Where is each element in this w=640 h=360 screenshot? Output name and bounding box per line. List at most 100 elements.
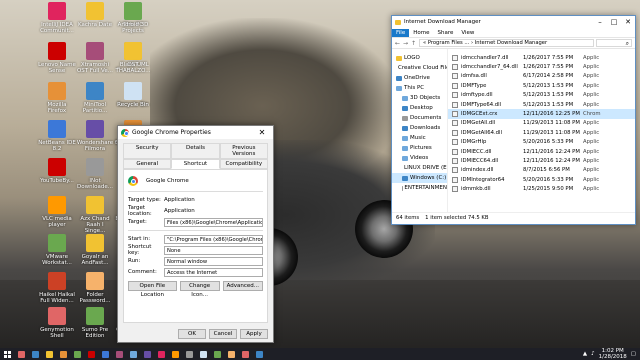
taskbar-app[interactable] [224, 348, 238, 360]
start-button[interactable] [0, 348, 14, 360]
desktop-icon[interactable]: Sumo Pre Edition [76, 305, 114, 347]
tab-general[interactable]: General [123, 159, 172, 169]
nav-item[interactable]: LOGO [392, 53, 447, 63]
back-icon[interactable]: ← [395, 40, 401, 47]
taskbar-app[interactable] [210, 348, 224, 360]
tab-shortcut[interactable]: Shortcut [171, 159, 220, 169]
taskbar-app[interactable] [112, 348, 126, 360]
minimize-button[interactable]: – [593, 18, 607, 26]
tab-compatibility[interactable]: Compatibility [219, 159, 268, 169]
desktop-icon[interactable]: Genymotion Shell [38, 305, 76, 347]
address-bar[interactable]: « Program Files ... › Internet Download … [419, 39, 594, 47]
taskbar-app[interactable] [28, 348, 42, 360]
close-button[interactable]: ✕ [254, 128, 270, 137]
nav-item[interactable]: Documents [392, 113, 447, 123]
file-row[interactable]: IDMFType 5/12/2013 1:53 PM Applic [448, 81, 635, 90]
search-box[interactable]: ⌕ [596, 39, 632, 47]
file-row[interactable]: IDMGetAll64.dll 11/29/2013 11:08 PM Applic [448, 128, 635, 137]
nav-item[interactable]: Music [392, 133, 447, 143]
file-row[interactable]: idmfsa.dll 6/17/2014 2:58 PM Applic [448, 72, 635, 81]
maximize-button[interactable]: □ [607, 18, 621, 26]
ribbon-share[interactable]: Share [433, 30, 457, 36]
run-select[interactable]: Normal window [164, 256, 263, 266]
file-row[interactable]: IDMGCExt.crx 12/11/2016 12:25 PM Chrom [448, 109, 635, 119]
nav-item[interactable]: Desktop [392, 103, 447, 113]
nav-item[interactable]: Windows (C:) [392, 173, 447, 183]
desktop-icon[interactable]: Azx Chand Raah I Singe... [76, 194, 114, 236]
cancel-button[interactable]: Cancel [209, 329, 237, 339]
ribbon-view[interactable]: View [457, 30, 478, 36]
start-in-input[interactable]: "C:\Program Files (x86)\Google\Chrome\Ap… [164, 234, 263, 244]
target-input[interactable]: Files (x86)\Google\Chrome\Application\ch… [164, 217, 263, 227]
up-icon[interactable]: ↑ [411, 40, 417, 47]
nav-item[interactable]: ENTERTAINMEN [392, 183, 447, 193]
nav-item[interactable]: 3D Objects [392, 93, 447, 103]
taskbar-app[interactable] [14, 348, 28, 360]
taskbar-app[interactable] [42, 348, 56, 360]
desktop-icon[interactable]: NetBeans IDE 8.2 [38, 118, 76, 160]
desktop-icon[interactable]: Kachra Date [76, 0, 114, 42]
tab-details[interactable]: Details [171, 143, 220, 159]
desktop-icon[interactable]: Mozilla Firefox [38, 80, 76, 122]
file-row[interactable]: IDMGetAll.dll 11/29/2013 11:08 PM Applic [448, 119, 635, 128]
nav-item[interactable]: This PC [392, 83, 447, 93]
taskbar-app[interactable] [154, 348, 168, 360]
file-row[interactable]: IDMGrHlp 5/20/2016 5:33 PM Applic [448, 138, 635, 147]
tab-security[interactable]: Security [123, 143, 172, 159]
taskbar-app[interactable] [70, 348, 84, 360]
comment-input[interactable]: Access the Internet [164, 267, 263, 277]
file-row[interactable]: IDMFType64.dll 5/12/2013 1:53 PM Applic [448, 100, 635, 109]
ok-button[interactable]: OK [178, 329, 206, 339]
desktop-icon[interactable]: YouTubeBy... [38, 156, 76, 198]
nav-item[interactable]: LINUX DRIVE (E:) [392, 163, 447, 173]
apply-button[interactable]: Apply [240, 329, 268, 339]
desktop-icon[interactable]: Lenovo Name Sense [38, 40, 76, 82]
network-icon[interactable]: ▲ [583, 351, 587, 357]
taskbar-app[interactable] [56, 348, 70, 360]
open-file-location-button[interactable]: Open File Location [128, 281, 177, 298]
taskbar-app[interactable] [140, 348, 154, 360]
desktop-icon[interactable]: VLC media player [38, 194, 76, 236]
file-row[interactable]: IDMIECC.dll 12/11/2016 12:24 PM Applic [448, 147, 635, 156]
taskbar-app[interactable] [126, 348, 140, 360]
taskbar-app[interactable] [84, 348, 98, 360]
desktop-icon[interactable]: Wondershare Filmora [76, 118, 114, 160]
desktop-icon[interactable]: OST THABALZO... [114, 40, 152, 82]
advanced-button[interactable]: Advanced... [222, 281, 263, 291]
desktop-icon[interactable]: MiniTool Partitio... [76, 80, 114, 122]
nav-item[interactable]: Creative Cloud Files [392, 63, 447, 73]
file-row[interactable]: IDMIntegrator64 5/20/2016 5:33 PM Applic [448, 175, 635, 184]
taskbar-app[interactable] [98, 348, 112, 360]
change-icon-button[interactable]: Change Icon... [179, 281, 220, 298]
volume-icon[interactable]: ♪ [591, 351, 595, 357]
taskbar-app[interactable] [238, 348, 252, 360]
tab-previous-versions[interactable]: Previous Versions [219, 143, 268, 159]
desktop-icon[interactable]: Android 3D Projects [114, 0, 152, 42]
file-row[interactable]: idmcchandler7.dll 1/26/2017 7:55 PM Applic [448, 53, 635, 62]
taskbar-app[interactable] [182, 348, 196, 360]
close-button[interactable]: ✕ [621, 18, 635, 26]
forward-icon[interactable]: → [403, 40, 409, 47]
taskbar-app[interactable] [196, 348, 210, 360]
desktop-icon[interactable]: IntelliJ IDEA Communit... [38, 0, 76, 42]
shortcut-key-input[interactable]: None [164, 245, 263, 255]
nav-item[interactable]: OneDrive [392, 73, 447, 83]
file-row[interactable]: IDMIECC64.dll 12/11/2016 12:24 PM Applic [448, 156, 635, 165]
desktop-icon[interactable]: VMware Workstat... [38, 232, 76, 274]
nav-item[interactable]: Pictures [392, 143, 447, 153]
ribbon-file[interactable]: File [392, 28, 410, 37]
ribbon-home[interactable]: Home [409, 30, 433, 36]
desktop-icon[interactable]: Goyalr an AndFast... [76, 232, 114, 274]
desktop-icon[interactable]: INot Downloade... [76, 156, 114, 198]
desktop-icon[interactable]: Recycle Bin [114, 80, 152, 122]
file-row[interactable]: idmmkb.dll 1/25/2015 9:50 PM Applic [448, 184, 635, 193]
taskbar-app[interactable] [252, 348, 266, 360]
taskbar-app[interactable] [168, 348, 182, 360]
file-row[interactable]: idmcchandler7_64.dll 1/26/2017 7:55 PM App… [448, 62, 635, 71]
nav-item[interactable]: Videos [392, 153, 447, 163]
notification-icon[interactable]: ▢ [631, 351, 636, 357]
nav-item[interactable]: Downloads [392, 123, 447, 133]
file-row[interactable]: idmftype.dll 5/12/2013 1:53 PM Applic [448, 91, 635, 100]
clock[interactable]: 1:02 PM 1/28/2018 [599, 348, 627, 360]
desktop-icon[interactable]: Xtramoshi OST Full Ve... [76, 40, 114, 82]
